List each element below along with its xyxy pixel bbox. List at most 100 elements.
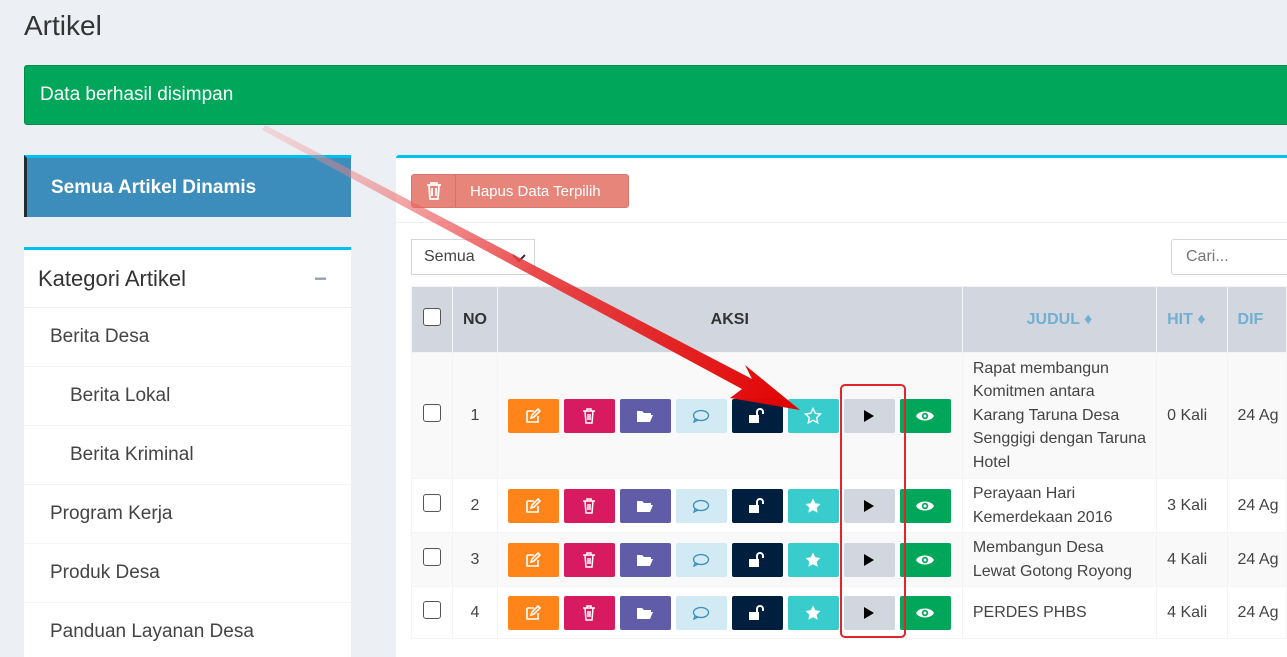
delete-selected-button[interactable]: Hapus Data Terpilih	[411, 174, 629, 208]
edit-button[interactable]	[507, 595, 559, 630]
play-icon	[864, 606, 875, 619]
delete-button[interactable]	[563, 398, 615, 433]
featured-button[interactable]	[787, 595, 839, 630]
collapse-button[interactable]: −	[314, 266, 327, 292]
featured-button[interactable]	[787, 398, 839, 433]
unlock-button[interactable]	[731, 398, 783, 433]
category-button[interactable]	[619, 398, 671, 433]
category-button[interactable]	[619, 488, 671, 523]
sort-icon: ♦	[1197, 310, 1206, 328]
category-item-berita-lokal[interactable]: Berita Lokal	[24, 367, 351, 426]
table-header-row: NO AKSI JUDUL ♦ HIT ♦ DIF	[410, 286, 1287, 353]
comment-button[interactable]	[675, 398, 727, 433]
page-title: Artikel	[24, 10, 102, 41]
folder-open-icon	[637, 607, 654, 619]
category-item-program-kerja[interactable]: Program Kerja	[24, 485, 351, 544]
alert-message: Data berhasil disimpan	[40, 84, 234, 105]
category-button[interactable]	[619, 542, 671, 577]
star-outline-icon	[804, 406, 823, 424]
slider-button[interactable]	[843, 488, 895, 523]
view-button[interactable]	[899, 398, 951, 433]
category-label: Berita Desa	[50, 326, 150, 347]
row-title: PERDES PHBS	[961, 586, 1158, 639]
row-date: 24 Ag	[1226, 532, 1287, 587]
unlock-icon	[749, 497, 765, 513]
trash-icon	[583, 407, 596, 424]
folder-open-icon	[637, 500, 654, 512]
view-button[interactable]	[899, 595, 951, 630]
category-label: Berita Lokal	[70, 385, 171, 406]
row-no: 3	[452, 532, 498, 587]
category-item-berita-desa[interactable]: Berita Desa	[24, 308, 351, 367]
row-checkbox[interactable]	[423, 548, 442, 566]
header-no: NO	[452, 286, 498, 353]
header-judul[interactable]: JUDUL ♦	[961, 286, 1158, 353]
status-filter-select[interactable]: Semua	[411, 239, 535, 275]
featured-button[interactable]	[787, 488, 839, 523]
search-input[interactable]	[1171, 239, 1287, 275]
unlock-button[interactable]	[731, 488, 783, 523]
category-item-produk-desa[interactable]: Produk Desa	[24, 544, 351, 603]
slider-button[interactable]	[843, 595, 895, 630]
edit-icon	[526, 497, 542, 513]
category-button[interactable]	[619, 595, 671, 630]
category-label: Panduan Layanan Desa	[50, 621, 254, 642]
row-date: 24 Ag	[1226, 586, 1287, 639]
row-title: Perayaan Hari Kemerdekaan 2016	[961, 478, 1158, 533]
category-title: Kategori Artikel	[38, 265, 186, 291]
success-alert: Data berhasil disimpan	[24, 65, 1287, 125]
row-actions	[496, 586, 963, 639]
category-item-panduan-layanan[interactable]: Panduan Layanan Desa	[24, 603, 351, 657]
eye-icon	[916, 411, 935, 420]
comment-button[interactable]	[675, 488, 727, 523]
menu-all-dynamic-articles[interactable]: Semua Artikel Dinamis	[24, 155, 351, 217]
header-hit[interactable]: HIT ♦	[1156, 286, 1228, 353]
comment-button[interactable]	[675, 595, 727, 630]
view-button[interactable]	[899, 488, 951, 523]
trash-icon	[583, 497, 596, 514]
star-icon	[805, 498, 821, 513]
header-tanggal[interactable]: DIF	[1226, 286, 1287, 353]
row-date: 24 Ag	[1226, 352, 1287, 479]
row-select-cell	[410, 352, 454, 479]
slider-button[interactable]	[843, 398, 895, 433]
play-icon	[864, 499, 875, 512]
play-icon	[864, 409, 875, 422]
row-checkbox[interactable]	[423, 494, 442, 512]
edit-button[interactable]	[507, 542, 559, 577]
category-label: Berita Kriminal	[70, 444, 194, 465]
category-item-berita-kriminal[interactable]: Berita Kriminal	[24, 426, 351, 485]
unlock-button[interactable]	[731, 595, 783, 630]
comment-button[interactable]	[675, 542, 727, 577]
divider	[396, 222, 1287, 223]
row-hit: 4 Kali	[1156, 586, 1228, 639]
row-select-cell	[410, 586, 454, 639]
delete-button[interactable]	[563, 595, 615, 630]
view-button[interactable]	[899, 542, 951, 577]
unlock-button[interactable]	[731, 542, 783, 577]
row-title: Membangun Desa Lewat Gotong Royong	[961, 532, 1158, 587]
eye-icon	[916, 608, 935, 617]
table-row: 2 Perayaan Hari Kemerdekaan 2016 3 Kali …	[410, 478, 1287, 533]
select-all-checkbox[interactable]	[423, 308, 442, 326]
row-checkbox[interactable]	[423, 404, 442, 422]
edit-button[interactable]	[507, 398, 559, 433]
featured-button[interactable]	[787, 542, 839, 577]
delete-selected-label: Hapus Data Terpilih	[470, 182, 601, 200]
delete-button[interactable]	[563, 542, 615, 577]
slider-button[interactable]	[843, 542, 895, 577]
header-select-all[interactable]	[410, 286, 454, 353]
edit-button[interactable]	[507, 488, 559, 523]
sort-icon: ♦	[1084, 310, 1093, 328]
eye-icon	[916, 555, 935, 564]
edit-icon	[526, 604, 542, 620]
comment-icon	[693, 409, 710, 423]
delete-button[interactable]	[563, 488, 615, 523]
row-actions	[496, 532, 963, 587]
comment-icon	[693, 553, 710, 567]
row-no: 4	[452, 586, 498, 639]
menu-label: Semua Artikel Dinamis	[51, 177, 257, 198]
star-icon	[805, 605, 821, 620]
row-checkbox[interactable]	[423, 601, 442, 619]
star-icon	[805, 552, 821, 567]
